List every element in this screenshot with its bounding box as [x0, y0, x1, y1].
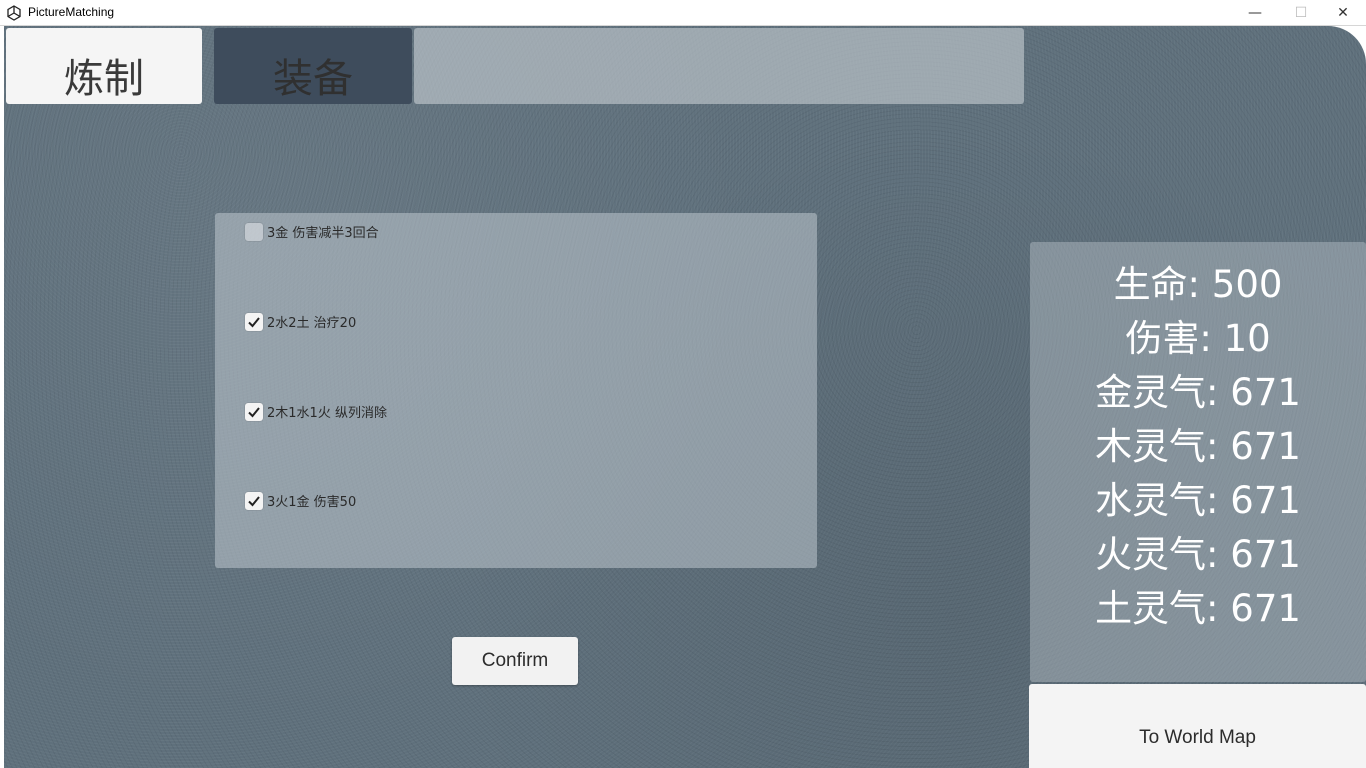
stat-metal-qi: 金灵气: 671 — [1095, 371, 1301, 414]
skill-label: 3火1金 伤害50 — [267, 495, 357, 510]
unity-logo-icon — [7, 5, 21, 21]
skill-option-3[interactable]: 2木1水1火 纵列消除 — [245, 402, 387, 421]
skill-option-1[interactable]: 3金 伤害减半3回合 — [245, 222, 379, 241]
stat-fire-qi: 火灵气: 671 — [1095, 533, 1301, 576]
maximize-button[interactable]: ☐ — [1278, 0, 1324, 26]
stat-water-qi: 水灵气: 671 — [1095, 479, 1301, 522]
skill-label: 2水2土 治疗20 — [267, 316, 357, 331]
close-button[interactable]: ✕ — [1320, 0, 1366, 26]
skill-label: 2木1水1火 纵列消除 — [267, 406, 387, 421]
stat-earth-qi: 土灵气: 671 — [1095, 587, 1301, 630]
skill-list-panel: 3金 伤害减半3回合 2水2土 治疗20 2木1水1火 纵列消除 3火1金 伤害… — [215, 213, 817, 568]
checkbox-checked[interactable] — [245, 312, 263, 331]
checkbox-unchecked[interactable] — [245, 222, 263, 241]
tab-refine[interactable]: 炼制 — [6, 28, 202, 104]
skill-label: 3金 伤害减半3回合 — [267, 226, 379, 241]
checkmark-icon — [248, 316, 260, 327]
checkbox-checked[interactable] — [245, 491, 263, 510]
confirm-button[interactable]: Confirm — [452, 637, 578, 685]
checkmark-icon — [248, 495, 260, 506]
stats-panel: 生命: 500 伤害: 10 金灵气: 671 木灵气: 671 水灵气: 67… — [1030, 242, 1366, 682]
skill-option-2[interactable]: 2水2土 治疗20 — [245, 312, 356, 331]
tab-equip[interactable]: 装备 — [214, 28, 412, 104]
game-view: 炼制 装备 3金 伤害减半3回合 2水2土 治疗20 2木1水1火 纵列消除 3… — [4, 26, 1366, 768]
window-titlebar: PictureMatching — ☐ ✕ — [0, 0, 1366, 26]
world-map-button[interactable]: To World Map — [1029, 684, 1366, 768]
checkbox-checked[interactable] — [245, 402, 263, 421]
checkmark-icon — [248, 406, 260, 417]
skill-option-4[interactable]: 3火1金 伤害50 — [245, 491, 356, 510]
stat-wood-qi: 木灵气: 671 — [1095, 425, 1301, 468]
stat-hp: 生命: 500 — [1113, 263, 1283, 306]
stat-damage: 伤害: 10 — [1125, 317, 1271, 360]
window-title: PictureMatching — [28, 5, 115, 19]
minimize-button[interactable]: — — [1232, 0, 1278, 26]
tab-strip — [414, 28, 1024, 104]
